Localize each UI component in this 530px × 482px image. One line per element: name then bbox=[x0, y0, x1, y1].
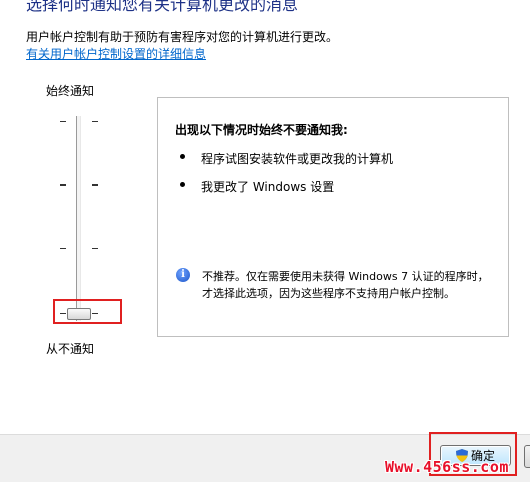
slider-tick bbox=[92, 121, 98, 122]
watermark-text: Www.456ss.com bbox=[385, 458, 509, 476]
description-text: 用户帐户控制有助于预防有害程序对您的计算机进行更改。 bbox=[26, 30, 339, 44]
bullet-item: 程序试图安装软件或更改我的计算机 bbox=[201, 152, 394, 166]
info-text: 不推荐。仅在需要使用未获得 Windows 7 认证的程序时，才选择此选项，因为… bbox=[202, 270, 489, 300]
slider-top-label: 始终通知 bbox=[46, 84, 95, 98]
slider-tick bbox=[92, 248, 98, 249]
bullet-item: 我更改了 Windows 设置 bbox=[201, 180, 335, 194]
slider-track[interactable] bbox=[76, 116, 81, 321]
cancel-button[interactable] bbox=[524, 445, 530, 468]
bullet-dot bbox=[180, 182, 185, 187]
page-title: 选择何时通知您有关计算机更改的消息 bbox=[26, 0, 299, 14]
panel-title: 出现以下情况时始终不要通知我: bbox=[175, 123, 348, 137]
slider-tick bbox=[60, 248, 66, 249]
slider-tick bbox=[92, 184, 98, 186]
slider-tick bbox=[60, 121, 66, 122]
uac-settings-link[interactable]: 有关用户帐户控制设置的详细信息 bbox=[26, 45, 206, 62]
slider-tick bbox=[60, 184, 66, 186]
info-icon: i bbox=[176, 268, 190, 282]
slider-highlight-box bbox=[53, 299, 122, 324]
slider-bottom-label: 从不通知 bbox=[46, 342, 95, 356]
bullet-dot bbox=[180, 154, 185, 159]
